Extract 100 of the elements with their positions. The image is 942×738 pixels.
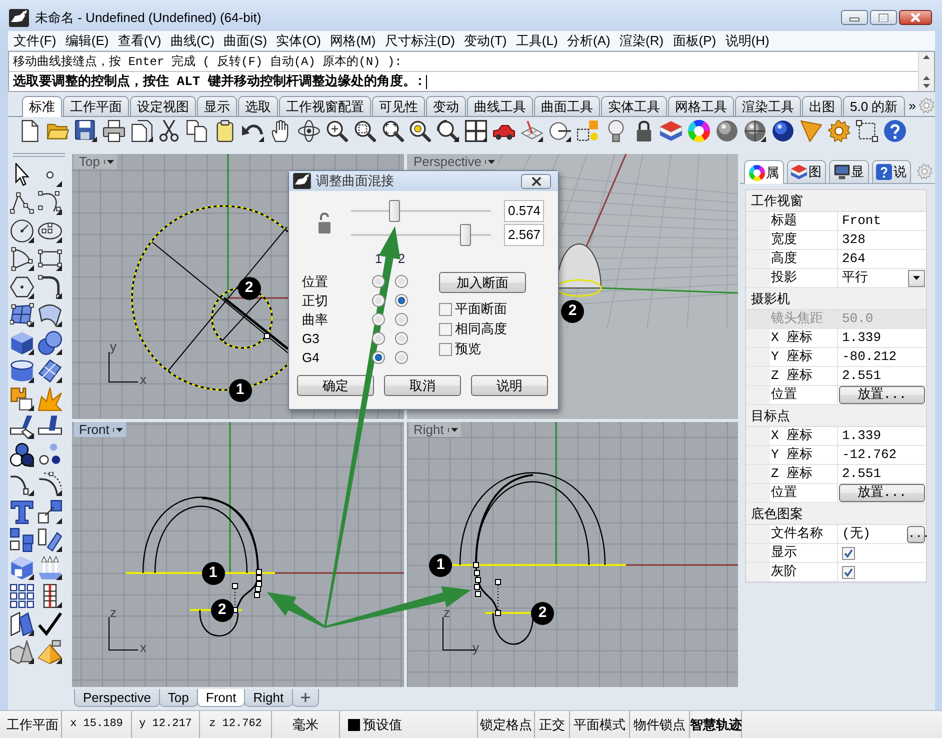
panel-tab[interactable]: 图 xyxy=(786,160,826,183)
toolbar-tab[interactable]: 实体工具 xyxy=(601,96,667,116)
up-arrows-icon[interactable] xyxy=(38,556,62,580)
circle-icon[interactable] xyxy=(10,219,34,244)
menu-item[interactable]: 渲染(R) xyxy=(614,31,668,50)
circle-line-icon[interactable] xyxy=(548,120,571,142)
clipboard-icon[interactable] xyxy=(214,120,236,142)
minimize-button[interactable] xyxy=(841,10,868,25)
settings-icon[interactable] xyxy=(917,164,932,179)
menu-item[interactable]: 曲面(S) xyxy=(219,31,272,50)
shapes-icon[interactable] xyxy=(576,120,599,142)
toolbar-tab[interactable]: 变动 xyxy=(426,96,466,116)
viewport-tab[interactable]: Front xyxy=(196,689,246,707)
property-value[interactable]: 1.339 xyxy=(838,428,926,444)
shaded-sphere-icon[interactable] xyxy=(772,120,794,142)
scroll-down-icon[interactable] xyxy=(923,84,930,88)
open-padlock-icon[interactable] xyxy=(318,212,331,234)
rotated-block-icon[interactable] xyxy=(38,528,62,552)
toolbar-tab[interactable]: 渲染工具 xyxy=(735,96,801,116)
arc-icon[interactable] xyxy=(10,247,34,272)
viewport-tab[interactable]: Top xyxy=(158,689,198,707)
scroll-up-icon[interactable] xyxy=(923,76,930,80)
copy-icon[interactable] xyxy=(186,120,208,142)
radio-button[interactable] xyxy=(395,294,408,307)
layers-icon[interactable] xyxy=(660,120,682,142)
caret-icon[interactable] xyxy=(113,428,124,432)
toolbar-tab[interactable]: 设定视图 xyxy=(130,96,196,116)
zoom-selected-icon[interactable] xyxy=(409,120,432,142)
add-section-button[interactable]: 加入断面 xyxy=(439,272,526,293)
radio-button[interactable] xyxy=(372,332,385,345)
puzzle-icon[interactable] xyxy=(10,387,34,412)
panel-tab[interactable]: 显 xyxy=(829,160,868,183)
maximize-icon[interactable] xyxy=(878,13,889,22)
scroll-up-icon[interactable] xyxy=(923,55,930,59)
panel-tab[interactable]: 属 xyxy=(744,160,784,184)
menu-item[interactable]: 面板(P) xyxy=(668,31,721,50)
sphere-icon[interactable] xyxy=(716,120,738,142)
cube-icon[interactable] xyxy=(10,331,34,356)
dialog-button[interactable]: 确定 xyxy=(297,375,374,396)
new-file-icon[interactable] xyxy=(19,120,41,142)
property-value[interactable]: 1.339 xyxy=(838,330,926,346)
status-toggle[interactable]: 智慧轨迹 xyxy=(690,711,742,738)
dialog-button[interactable]: 取消 xyxy=(384,375,461,396)
property-value[interactable]: Front xyxy=(838,213,926,229)
checkbox[interactable] xyxy=(842,546,855,560)
text-tool-icon[interactable] xyxy=(10,500,34,524)
surface-patch-icon[interactable] xyxy=(10,303,34,328)
blade-icon[interactable] xyxy=(10,415,34,440)
viewport-tab[interactable]: Right xyxy=(244,689,293,707)
slider-thumb[interactable] xyxy=(388,200,400,222)
magnifier-arc-icon[interactable] xyxy=(437,120,460,142)
checkbox[interactable] xyxy=(439,302,452,316)
status-toggle[interactable]: 物件锁点 xyxy=(630,711,690,738)
toolbar-tab[interactable]: 网格工具 xyxy=(668,96,734,116)
property-value[interactable]: -80.212 xyxy=(838,349,926,365)
viewport[interactable]: Right 1 z 2 y xyxy=(406,422,738,687)
cylinder-icon[interactable] xyxy=(10,359,34,384)
checkbox[interactable] xyxy=(842,566,855,578)
menu-item[interactable]: 尺寸标注(D) xyxy=(380,31,460,50)
property-value[interactable]: 264 xyxy=(838,251,926,267)
fillet-curve-icon[interactable] xyxy=(38,275,62,300)
layer-name[interactable]: 预设值 xyxy=(363,716,402,732)
dropdown-button[interactable] xyxy=(908,270,925,286)
radio-button[interactable] xyxy=(372,313,385,326)
triangle-icon[interactable] xyxy=(800,120,822,142)
toolbar-tab[interactable]: 工作视窗配置 xyxy=(279,96,371,116)
radio-button[interactable] xyxy=(372,294,385,307)
menu-item[interactable]: 曲线(C) xyxy=(166,31,220,50)
property-value[interactable]: -12.762 xyxy=(838,447,926,463)
checkbox[interactable] xyxy=(439,342,452,356)
scissors-icon[interactable] xyxy=(158,120,180,142)
zoom-icon[interactable] xyxy=(326,120,348,142)
three-circles-icon[interactable] xyxy=(10,443,34,468)
pyramid-icon[interactable] xyxy=(38,640,62,664)
scale-icon[interactable] xyxy=(38,500,62,524)
viewport-title-button[interactable]: Front xyxy=(74,422,126,437)
viewport-title-button[interactable]: Perspective xyxy=(408,154,498,169)
add-tab-button[interactable] xyxy=(292,689,319,707)
solids-icon[interactable] xyxy=(10,640,34,664)
rectangle-icon[interactable] xyxy=(38,247,62,272)
property-value[interactable]: (无) xyxy=(838,526,907,542)
control-point-curve-icon[interactable] xyxy=(38,191,62,216)
radio-button[interactable] xyxy=(395,332,408,345)
grid-plane-icon[interactable] xyxy=(521,120,544,142)
more-tabs-button[interactable]: » xyxy=(906,96,919,116)
close-button[interactable] xyxy=(899,10,932,25)
menu-item[interactable]: 文件(F) xyxy=(9,31,61,50)
toolbar-tab[interactable]: 工作平面 xyxy=(63,96,129,116)
menu-item[interactable]: 变动(T) xyxy=(460,31,512,50)
place-button[interactable]: 放置... xyxy=(839,386,925,404)
property-value[interactable]: 2.551 xyxy=(838,466,926,482)
viewport[interactable]: Front 1 z 2 x xyxy=(72,422,404,687)
caret-icon[interactable] xyxy=(104,160,114,164)
toolbar-tab[interactable]: 5.0 的新 xyxy=(843,96,905,116)
dialog-close-button[interactable] xyxy=(521,174,551,188)
curved-surface-icon[interactable] xyxy=(38,303,62,328)
four-panes-icon[interactable] xyxy=(465,120,488,142)
printer-icon[interactable] xyxy=(102,120,125,142)
documents-icon[interactable] xyxy=(130,120,153,142)
property-value[interactable]: 328 xyxy=(838,232,926,248)
